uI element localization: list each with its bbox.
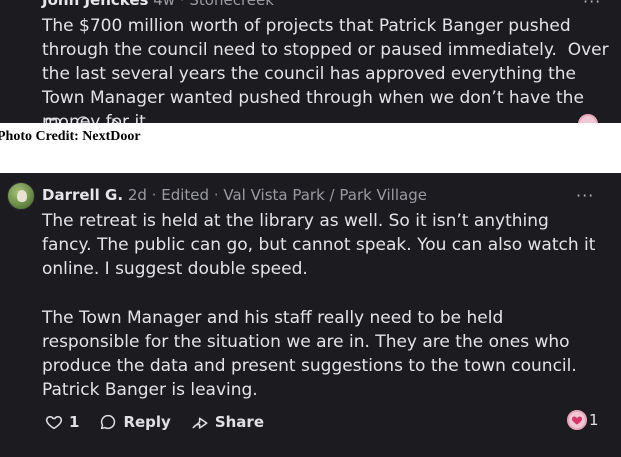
heart-icon [45,415,63,430]
comment-edited-label: Edited [161,186,210,204]
top-comment-author-name[interactable]: John Jenckes [42,0,148,9]
top-comment-location[interactable]: Stonecreek [189,0,274,9]
reply-label: Reply [123,413,171,431]
share-arrow-icon [192,417,208,429]
reaction-summary[interactable]: 1 [567,410,599,430]
top-comment-author-line: John Jenckes 4w · Stonecreek [42,0,274,9]
photo-credit-caption: Photo Credit: NextDoor [0,129,141,144]
comment-author-line: Darrell G. 2d · Edited · Val Vista Park … [42,186,427,204]
comment-paragraph-2: The Town Manager and his staff really ne… [42,308,583,400]
share-arrow-icon[interactable] [105,115,121,123]
like-button[interactable]: 1 [45,413,79,431]
top-comment-body: The $700 million worth of projects that … [42,16,615,123]
comment-location[interactable]: Val Vista Park / Park Village [223,186,427,204]
heart-reaction-icon [567,410,587,430]
comment-action-bar: 1 Reply Share [45,411,284,433]
speech-bubble-icon [101,414,116,430]
top-comment-time: 4w [153,0,176,9]
share-label: Share [214,413,265,431]
top-comment-more-options-icon[interactable]: ··· [583,0,601,10]
avatar[interactable] [7,182,35,210]
like-count: 1 [69,413,80,431]
speech-bubble-icon[interactable] [75,115,91,123]
more-options-icon[interactable]: ··· [576,188,594,204]
comment-paragraph-1: The retreat is held at the library as we… [42,211,601,279]
comment-time: 2d [127,186,147,204]
share-button[interactable]: Share [191,413,264,431]
heart-icon[interactable] [45,115,61,123]
top-comment-card: John Jenckes 4w · Stonecreek ··· The $70… [0,0,621,123]
reply-button[interactable]: Reply [99,413,171,431]
reaction-count: 1 [589,411,599,429]
comment-author-name[interactable]: Darrell G. [42,186,123,204]
top-comment-actions-peek [45,115,121,123]
